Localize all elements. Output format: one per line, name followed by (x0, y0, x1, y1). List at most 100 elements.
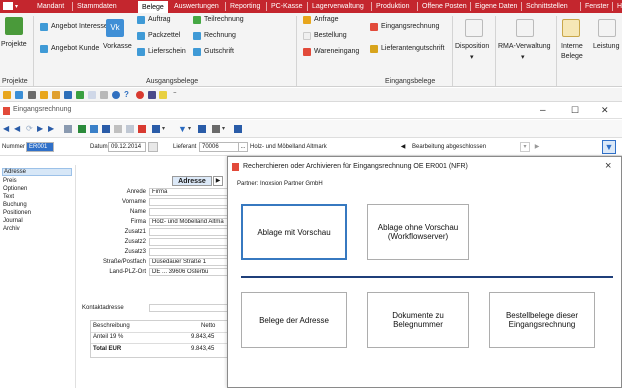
name-field[interactable] (149, 208, 239, 216)
nav-item-journal[interactable]: Journal (2, 217, 72, 225)
leistung-button[interactable]: Leistung (593, 43, 619, 50)
kontaktadresse-field[interactable] (149, 304, 239, 312)
vorkasse-icon[interactable]: Vk (106, 19, 124, 37)
last-record-icon[interactable]: ▶ (48, 125, 56, 133)
rechnung-button[interactable]: Rechnung (204, 32, 236, 39)
nav-item-text[interactable]: Text (2, 193, 72, 201)
menu-hilfe[interactable]: H (613, 0, 622, 13)
menu-mandant[interactable]: Mandant (33, 0, 68, 13)
undo-icon[interactable] (126, 125, 134, 133)
lookup-button[interactable]: ... (238, 142, 248, 152)
menu-stammdaten[interactable]: Stammdaten (73, 0, 121, 13)
rma-verwaltung-button[interactable]: RMA-Verwaltung (498, 43, 551, 50)
customize-icon[interactable]: ⁼ (173, 91, 181, 99)
user-group-icon[interactable] (148, 91, 156, 99)
chevron-right-icon[interactable]: ▶ (213, 176, 223, 186)
projekte-button[interactable]: Projekte (1, 41, 27, 48)
stop-icon[interactable] (136, 91, 144, 99)
zusatz1-field[interactable] (149, 228, 239, 236)
interne-belege-label[interactable]: Belege (561, 53, 583, 60)
interne-belege-button[interactable]: Interne (561, 43, 583, 50)
nummer-field[interactable]: ER001 (26, 142, 54, 152)
lieferschein-button[interactable]: Lieferschein (148, 48, 186, 55)
new-document-icon[interactable] (102, 125, 110, 133)
chevron-down-icon[interactable]: ▾ (188, 125, 196, 133)
land-plz-ort-field[interactable]: DE ... 39606 Osterbu (149, 268, 239, 276)
printer-icon[interactable] (212, 125, 220, 133)
disposition-button[interactable]: Disposition (455, 43, 489, 50)
ablage-mit-vorschau-button[interactable]: Ablage mit Vorschau (241, 204, 347, 260)
lieferantengutschrift-button[interactable]: Lieferantengutschrift (381, 45, 444, 52)
anrede-field[interactable]: Firma (149, 188, 239, 196)
status-next-icon[interactable]: ▶ (532, 142, 542, 152)
lieferant-field[interactable]: 70006 (199, 142, 239, 152)
zusatz2-field[interactable] (149, 238, 239, 246)
printer-icon[interactable] (100, 91, 108, 99)
chevron-down-icon[interactable]: ▾ (470, 53, 474, 61)
pin-icon[interactable] (152, 125, 160, 133)
window-icon[interactable] (88, 91, 96, 99)
table-icon[interactable] (64, 125, 72, 133)
archive-icon[interactable] (234, 125, 242, 133)
eingangsrechnung-button[interactable]: Eingangsrechnung (381, 23, 439, 30)
export-icon[interactable] (198, 125, 206, 133)
nav-item-positionen[interactable]: Positionen (2, 209, 72, 217)
packzettel-button[interactable]: Packzettel (148, 32, 180, 39)
menu-reporting[interactable]: Reporting (226, 0, 264, 13)
anfrage-button[interactable]: Anfrage (314, 16, 339, 23)
minimize-icon[interactable]: – (540, 105, 546, 116)
disposition-icon[interactable] (465, 19, 483, 37)
first-record-icon[interactable]: ◀ (3, 125, 11, 133)
globe-icon[interactable] (112, 91, 120, 99)
folder-icon[interactable] (3, 91, 11, 99)
vorkasse-button[interactable]: Vorkasse (103, 43, 132, 50)
nav-item-adresse[interactable]: Adresse (2, 168, 72, 176)
menu-offene-posten[interactable]: Offene Posten (418, 0, 471, 13)
status-previous-icon[interactable]: ◀ (398, 142, 408, 152)
previous-record-icon[interactable]: ◀ (14, 125, 22, 133)
nav-item-buchung[interactable]: Buchung (2, 201, 72, 209)
zusatz3-field[interactable] (149, 248, 239, 256)
rma-icon[interactable] (516, 19, 534, 37)
maximize-icon[interactable]: ☐ (571, 105, 579, 116)
angebot-kunde-button[interactable]: Angebot Kunde (51, 45, 99, 52)
reload-icon[interactable]: ⟳ (26, 125, 34, 133)
teilrechnung-button[interactable]: Teilrechnung (204, 16, 244, 23)
chevron-down-icon[interactable]: ▾ (162, 125, 170, 133)
close-icon[interactable]: × (605, 160, 611, 172)
car-icon[interactable] (64, 91, 72, 99)
refresh-icon[interactable] (15, 91, 23, 99)
projects-icon[interactable] (5, 17, 23, 35)
tab-adresse[interactable]: Adresse (172, 176, 212, 186)
strasse-field[interactable]: Düsedauer Straße 1 (149, 258, 239, 266)
bestellung-button[interactable]: Bestellung (314, 32, 347, 39)
close-icon[interactable]: ✕ (601, 105, 609, 116)
save-icon[interactable] (114, 125, 122, 133)
firma-field[interactable]: Holz- und Möbelland Altma (149, 218, 239, 226)
status-dropdown[interactable]: ▾ (520, 142, 530, 152)
refresh-icon[interactable] (78, 125, 86, 133)
gutschrift-button[interactable]: Gutschrift (204, 48, 234, 55)
app-menu-icon[interactable] (3, 2, 13, 10)
ablage-ohne-vorschau-button[interactable]: Ablage ohne Vorschau (Workflowserver) (367, 204, 469, 260)
belege-der-adresse-button[interactable]: Belege der Adresse (241, 292, 347, 348)
copy-icon[interactable] (90, 125, 98, 133)
auftrag-button[interactable]: Auftrag (148, 16, 171, 23)
calendar-icon[interactable] (148, 142, 158, 152)
menu-produktion[interactable]: Produktion (372, 0, 413, 13)
menu-schnittstellen[interactable]: Schnittstellen (522, 0, 572, 13)
menu-eigene-daten[interactable]: Eigene Daten (471, 0, 521, 13)
menu-lagerverwaltung[interactable]: Lagerverwaltung (308, 0, 368, 13)
user-add-icon[interactable] (52, 91, 60, 99)
filter-icon[interactable]: ▼ (602, 140, 616, 154)
nav-item-archiv[interactable]: Archiv (2, 225, 72, 233)
menu-auswertungen[interactable]: Auswertungen (170, 0, 223, 13)
delete-icon[interactable] (138, 125, 146, 133)
angebot-interessent-button[interactable]: Angebot Interessent (51, 23, 114, 30)
next-record-icon[interactable]: ▶ (37, 125, 45, 133)
menu-belege[interactable]: Belege (137, 0, 169, 13)
internal-documents-icon[interactable] (562, 19, 580, 37)
service-icon[interactable] (598, 19, 616, 37)
notes-icon[interactable] (159, 91, 167, 99)
network-icon[interactable] (28, 91, 36, 99)
